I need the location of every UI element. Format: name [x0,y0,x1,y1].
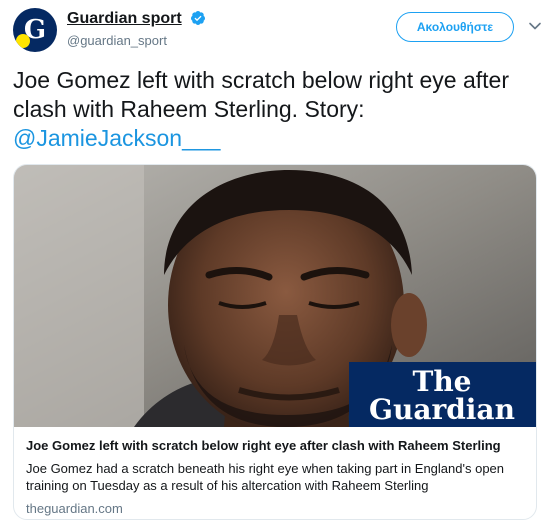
verified-badge-icon [191,11,206,25]
logo-line-2: Guardian [369,393,515,426]
tweet-header: G Guardian sport @guardian_sport Ακολουθ… [13,8,542,54]
guardian-avatar[interactable]: G [13,8,57,52]
link-card[interactable]: The Guardian Joe Gomez left with scratch… [13,164,537,520]
follow-button[interactable]: Ακολουθήστε [396,12,514,42]
account-handle[interactable]: @guardian_sport [67,32,206,50]
card-body: Joe Gomez left with scratch below right … [14,428,536,517]
tweet-text: Joe Gomez left with scratch below right … [13,66,543,153]
avatar-yellow-dot [16,34,30,48]
tweet-body: Joe Gomez left with scratch below right … [13,67,509,122]
card-description: Joe Gomez had a scratch beneath his righ… [26,461,505,493]
account-names: Guardian sport @guardian_sport [67,9,206,50]
display-name[interactable]: Guardian sport [67,9,182,29]
mention-link[interactable]: @JamieJackson___ [13,125,220,151]
card-title: Joe Gomez left with scratch below right … [26,438,501,453]
article-image: The Guardian [14,165,536,427]
card-domain: theguardian.com [26,501,123,516]
chevron-down-icon[interactable] [528,19,542,33]
